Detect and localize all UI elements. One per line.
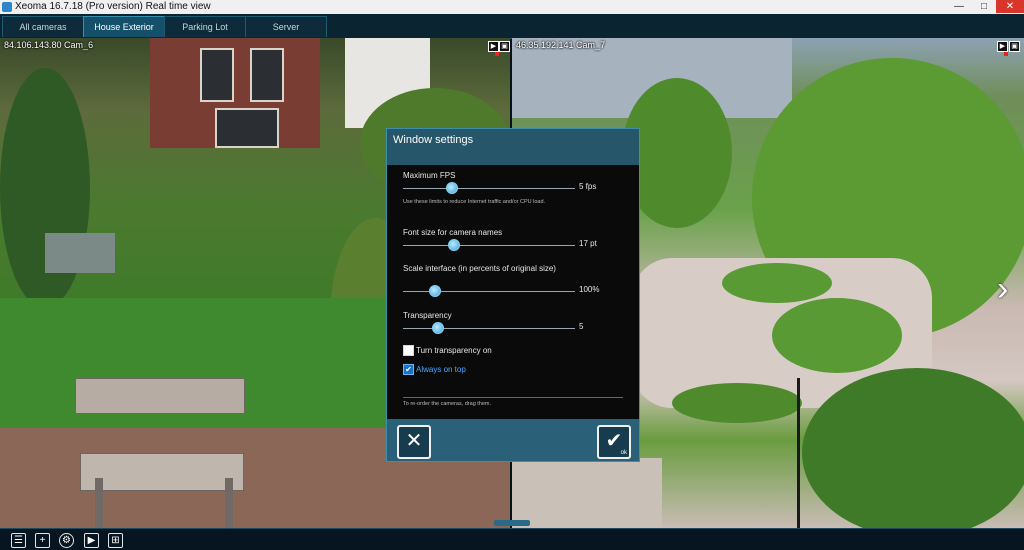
add-camera-icon[interactable]: + <box>35 533 50 548</box>
reorder-hint: To re-order the cameras, drag them. <box>403 401 492 407</box>
cancel-button[interactable]: ✕ <box>397 425 431 459</box>
scene-window <box>250 48 284 102</box>
next-page-arrow-icon[interactable]: › <box>997 272 1008 306</box>
scale-value: 100% <box>579 285 600 294</box>
settings-gear-icon[interactable]: ⚙ <box>59 533 74 548</box>
font-size-value: 17 pt <box>579 239 597 248</box>
window-settings-dialog: Window settings Maximum FPS 5 fps Use th… <box>386 128 640 462</box>
transparency-label: Transparency <box>403 311 452 320</box>
transparency-slider-handle[interactable] <box>432 322 445 334</box>
scale-slider-handle[interactable] <box>428 285 441 297</box>
title-bar: Xeoma 16.7.18 (Pro version) Real time vi… <box>0 0 1024 15</box>
font-size-label: Font size for camera names <box>403 228 503 237</box>
dialog-footer: ✕ ✔ ok <box>387 419 639 461</box>
transparency-value: 5 <box>579 322 584 331</box>
checkmark-icon: ✔ <box>605 430 623 452</box>
close-window-button[interactable]: ✕ <box>996 0 1024 13</box>
scene-table <box>45 233 115 273</box>
scene-bench-leg <box>95 478 103 528</box>
ok-button-label: ok <box>620 450 627 456</box>
max-fps-slider-track[interactable] <box>403 188 575 189</box>
camera-list-icon[interactable]: ☰ <box>11 533 26 548</box>
max-fps-slider-handle[interactable] <box>446 182 459 194</box>
window-title: Xeoma 16.7.18 (Pro version) Real time vi… <box>15 1 211 12</box>
scene-lamp <box>797 378 800 528</box>
max-fps-note: Use these limits to reduce Internet traf… <box>403 199 546 205</box>
scene-tree <box>802 368 1024 528</box>
camera-settings-icon[interactable]: ▣ <box>1009 41 1020 52</box>
turn-transparency-checkbox[interactable] <box>403 345 414 356</box>
always-on-top-checkbox[interactable]: ✔ <box>403 364 414 375</box>
scene-bench-seat <box>80 453 244 491</box>
bottom-toolbar: ☰ + ⚙ ▶ ⊞ <box>0 528 1024 550</box>
turn-transparency-label: Turn transparency on <box>416 346 492 355</box>
camera-settings-icon[interactable]: ▣ <box>499 41 510 52</box>
recording-indicator <box>1004 52 1008 56</box>
tab-bar: All cameras House Exterior Parking Lot S… <box>0 14 1024 39</box>
scene-lawn <box>772 298 902 373</box>
play-icon[interactable]: ▶ <box>488 41 499 52</box>
scene-bench-back <box>75 378 245 414</box>
dialog-body: Maximum FPS 5 fps Use these limits to re… <box>387 165 639 419</box>
archive-play-icon[interactable]: ▶ <box>84 533 99 548</box>
scene-lawn <box>722 263 832 303</box>
camera-name-left: 84.106.143.80 Cam_6 <box>4 40 94 50</box>
dialog-header: Window settings <box>387 129 639 165</box>
scene-bench-leg <box>225 478 233 528</box>
transparency-slider-track[interactable] <box>403 328 575 329</box>
tab-server[interactable]: Server <box>245 16 327 37</box>
maximize-button[interactable]: □ <box>972 0 996 13</box>
scene-lawn <box>672 383 802 423</box>
always-on-top-label: Always on top <box>416 365 466 374</box>
layout-drag-handle[interactable] <box>494 520 530 526</box>
minimize-button[interactable]: — <box>947 0 971 13</box>
dialog-title: Window settings <box>393 134 474 146</box>
layout-grid-icon[interactable]: ⊞ <box>108 533 123 548</box>
scene-window <box>200 48 234 102</box>
max-fps-label: Maximum FPS <box>403 171 456 180</box>
tab-parking-lot[interactable]: Parking Lot <box>164 16 246 37</box>
font-size-slider-handle[interactable] <box>447 239 460 251</box>
dialog-divider <box>403 397 623 398</box>
ok-button[interactable]: ✔ ok <box>597 425 631 459</box>
tab-all-cameras[interactable]: All cameras <box>2 16 84 37</box>
scene-planter <box>512 458 662 528</box>
tab-house-exterior[interactable]: House Exterior <box>83 16 165 37</box>
max-fps-value: 5 fps <box>579 182 597 191</box>
scene-window <box>215 108 279 148</box>
app-logo-icon <box>2 2 12 12</box>
play-icon[interactable]: ▶ <box>997 41 1008 52</box>
recording-indicator <box>495 52 499 56</box>
font-size-slider-track[interactable] <box>403 245 575 246</box>
scale-interface-label: Scale interface (in percents of original… <box>403 264 556 273</box>
camera-name-right: 46.35.192.141 Cam_7 <box>516 40 606 50</box>
